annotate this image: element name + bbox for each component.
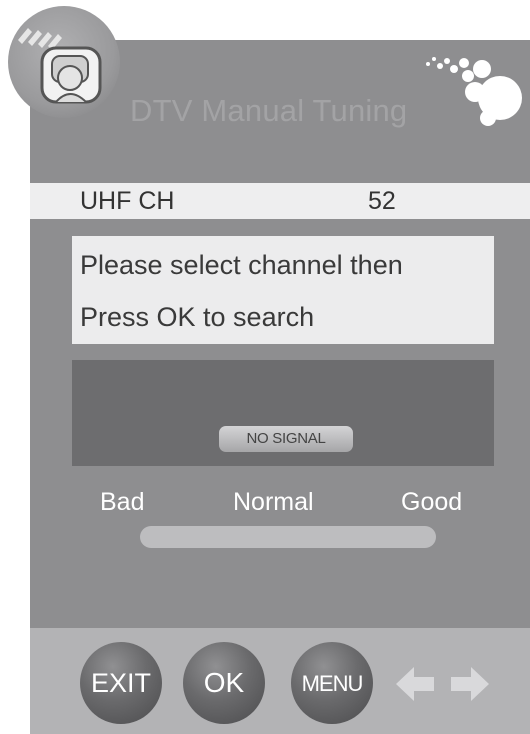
left-arrow-icon[interactable]: [394, 664, 436, 704]
ok-button[interactable]: OK: [183, 642, 265, 724]
quality-label-bad: Bad: [100, 488, 145, 516]
instruction-box: Please select channel then Press OK to s…: [72, 236, 494, 344]
bubbles-icon: [426, 57, 522, 126]
tv-mascot-icon: [8, 6, 120, 118]
menu-button-label: MENU: [301, 671, 364, 696]
channel-selector-row[interactable]: UHF CH 52: [30, 183, 530, 219]
menu-button[interactable]: MENU: [291, 642, 373, 724]
exit-button-label: EXIT: [90, 668, 151, 698]
right-arrow-icon[interactable]: [449, 664, 491, 704]
signal-display: NO SIGNAL: [72, 360, 494, 466]
signal-quality-bar: [140, 526, 436, 548]
ok-button-label: OK: [203, 667, 245, 698]
instruction-line-1: Please select channel then: [80, 250, 403, 280]
instruction-line-2: Press OK to search: [80, 302, 315, 332]
quality-label-normal: Normal: [233, 488, 314, 516]
status-badge: NO SIGNAL: [219, 426, 353, 452]
channel-number: 52: [368, 187, 396, 215]
exit-button[interactable]: EXIT: [80, 642, 162, 724]
band-label: UHF CH: [80, 187, 175, 215]
quality-label-good: Good: [401, 488, 463, 516]
page-title: DTV Manual Tuning: [130, 93, 408, 128]
